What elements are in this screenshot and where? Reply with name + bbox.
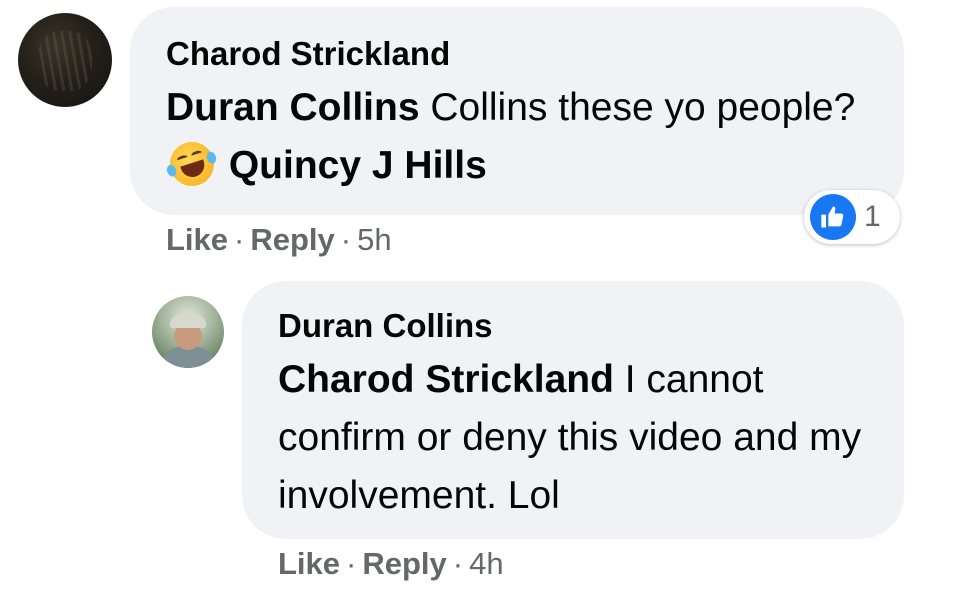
like-button[interactable]: Like	[166, 222, 228, 257]
separator: ·	[346, 546, 357, 581]
comment-text: Duran Collins Collins these yo people? Q…	[164, 79, 886, 195]
comment-text: Charod Strickland I cannot confirm or de…	[278, 351, 888, 525]
reply-button[interactable]: Reply	[362, 546, 446, 581]
reaction-count: 1	[864, 200, 881, 233]
avatar-charod-strickland[interactable]	[18, 13, 112, 107]
separator: ·	[452, 546, 464, 581]
timestamp[interactable]: 5h	[357, 222, 391, 257]
comment-actions: Like · Reply · 5h	[166, 222, 392, 258]
mention-link[interactable]: Quincy J Hills	[229, 144, 487, 187]
comment-text-content: Collins these yo people?	[419, 86, 856, 129]
mention-link[interactable]: Duran Collins	[166, 86, 420, 129]
avatar-duran-collins[interactable]	[152, 296, 224, 368]
separator: ·	[234, 222, 245, 257]
like-button[interactable]: Like	[278, 546, 340, 581]
mention-link[interactable]: Charod Strickland	[278, 358, 614, 401]
timestamp[interactable]: 4h	[469, 546, 503, 581]
reply-button[interactable]: Reply	[250, 222, 334, 257]
comment-author[interactable]: Duran Collins	[278, 307, 493, 345]
rolling-on-floor-laughing-icon	[164, 136, 220, 192]
reaction-summary[interactable]: 1	[804, 190, 900, 244]
comment-actions: Like · Reply · 4h	[278, 546, 504, 582]
separator: ·	[340, 222, 352, 257]
comment-author[interactable]: Charod Strickland	[166, 35, 450, 73]
thumbs-up-icon	[810, 194, 856, 240]
reply-bubble: Duran Collins Charod Strickland I cannot…	[242, 281, 904, 539]
comment-bubble: Charod Strickland Duran Collins Collins …	[130, 7, 904, 215]
